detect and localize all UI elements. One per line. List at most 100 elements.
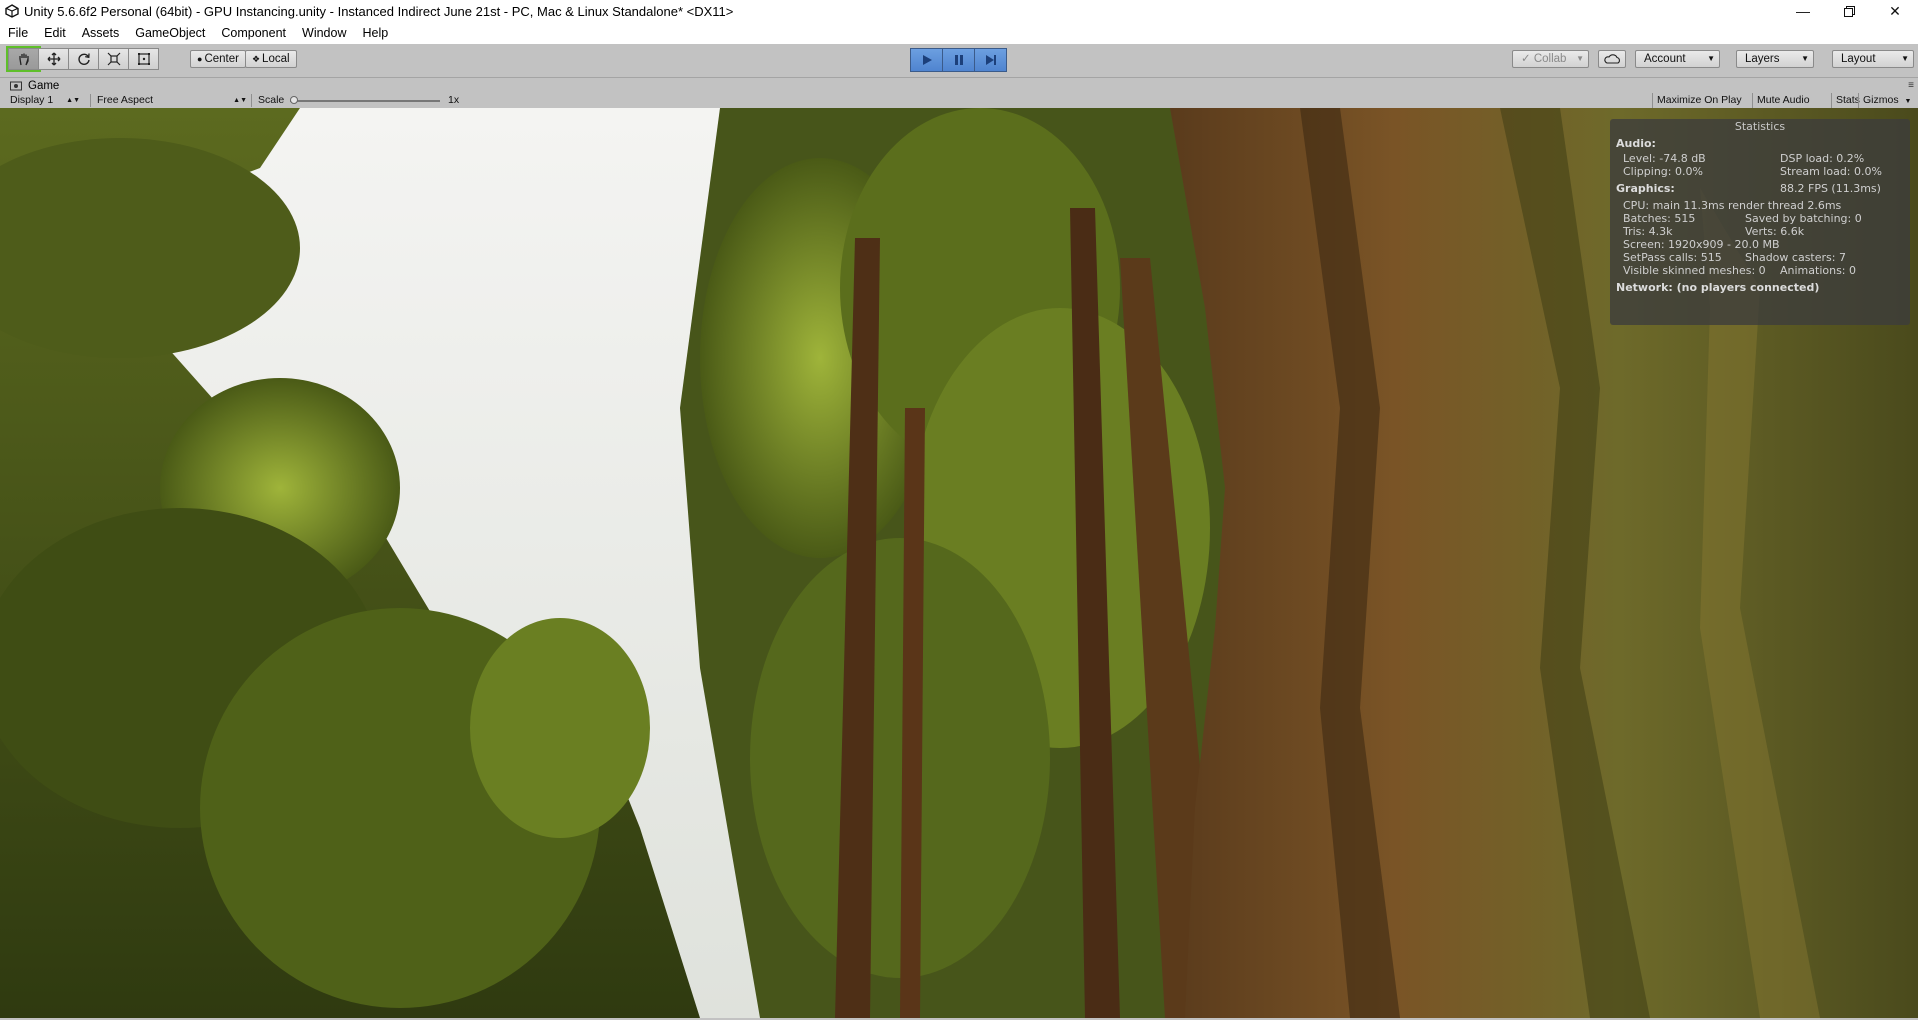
restore-icon xyxy=(1843,6,1855,17)
hand-tool-button[interactable] xyxy=(6,46,41,72)
scale-icon xyxy=(107,52,120,66)
hand-icon xyxy=(18,53,29,66)
gizmos-label: Gizmos xyxy=(1863,94,1899,106)
tab-menu-icon[interactable]: ≡ xyxy=(1908,80,1914,91)
minimize-icon: — xyxy=(1796,3,1810,19)
menu-component[interactable]: Component xyxy=(213,23,294,44)
verts-count: Verts: 6.6k xyxy=(1745,225,1805,238)
menu-file[interactable]: File xyxy=(0,23,36,44)
scale-tool-button[interactable] xyxy=(98,48,129,70)
collab-check-icon: ✓ xyxy=(1521,53,1531,65)
step-button[interactable] xyxy=(974,48,1007,72)
screen-info: Screen: 1920x909 - 20.0 MB xyxy=(1623,238,1780,251)
toolbar-right: ✓ Collab ▼ Account ▼ Layers ▼ Layout ▼ xyxy=(1510,50,1918,68)
mute-audio-toggle[interactable]: Mute Audio xyxy=(1752,93,1814,108)
pause-icon xyxy=(954,55,963,65)
chevron-down-icon: ▼ xyxy=(1901,54,1909,63)
display-dropdown[interactable]: Display 1 ▲▼ xyxy=(4,93,84,108)
restore-button[interactable] xyxy=(1826,0,1872,23)
play-button[interactable] xyxy=(910,48,943,72)
batches-count: Batches: 515 xyxy=(1623,212,1696,225)
shadow-casters: Shadow casters: 7 xyxy=(1745,251,1846,264)
rect-icon xyxy=(137,53,150,65)
visible-skinned-meshes: Visible skinned meshes: 0 xyxy=(1623,264,1766,277)
play-controls xyxy=(910,48,1007,72)
menu-edit[interactable]: Edit xyxy=(36,23,74,44)
saved-by-batching: Saved by batching: 0 xyxy=(1745,212,1862,225)
window-title: Unity 5.6.6f2 Personal (64bit) - GPU Ins… xyxy=(24,4,734,19)
tab-game-label: Game xyxy=(28,80,60,92)
transform-tools xyxy=(6,46,159,72)
tab-game[interactable]: Game xyxy=(2,78,148,94)
tris-count: Tris: 4.3k xyxy=(1623,225,1673,238)
chevron-down-icon: ▼ xyxy=(1904,98,1912,105)
game-controller-icon xyxy=(10,81,22,91)
scale-slider-thumb[interactable] xyxy=(290,96,298,104)
dsp-load: DSP load: 0.2% xyxy=(1780,152,1865,165)
minimize-button[interactable]: — xyxy=(1780,0,1826,23)
menu-help[interactable]: Help xyxy=(354,23,396,44)
statistics-title: Statistics xyxy=(1734,120,1786,133)
animations-count: Animations: 0 xyxy=(1780,264,1857,277)
title-bar: Unity 5.6.6f2 Personal (64bit) - GPU Ins… xyxy=(0,0,1918,23)
scale-slider-track[interactable] xyxy=(290,100,440,102)
menu-assets[interactable]: Assets xyxy=(74,23,128,44)
move-icon xyxy=(47,52,60,66)
gizmos-dropdown[interactable]: Gizmos ▼ xyxy=(1858,93,1918,108)
rotate-icon xyxy=(77,53,90,65)
graphics-header: Graphics: xyxy=(1616,182,1675,195)
chevron-down-icon: ▼ xyxy=(1576,54,1584,63)
layout-dropdown[interactable]: Layout ▼ xyxy=(1832,50,1914,68)
pivot-center-button[interactable]: ● Center xyxy=(190,50,246,68)
collab-label: Collab xyxy=(1533,53,1567,65)
setpass-calls: SetPass calls: 515 xyxy=(1623,251,1722,264)
account-dropdown[interactable]: Account ▼ xyxy=(1635,50,1720,68)
pivot-local-label: Local xyxy=(262,53,290,65)
unity-logo-icon xyxy=(5,4,19,18)
audio-header: Audio: xyxy=(1616,137,1656,150)
cloud-icon xyxy=(1604,54,1620,64)
stream-load: Stream load: 0.0% xyxy=(1780,165,1882,178)
audio-clipping: Clipping: 0.0% xyxy=(1623,165,1703,178)
menu-bar: File Edit Assets GameObject Component Wi… xyxy=(0,23,1918,44)
display-label: Display 1 xyxy=(10,94,54,106)
game-options-bar: Display 1 ▲▼ Free Aspect ▲▼ Scale 1x Max… xyxy=(0,93,1918,109)
rect-tool-button[interactable] xyxy=(128,48,159,70)
chevron-down-icon: ▼ xyxy=(1801,54,1809,63)
network-status: Network: (no players connected) xyxy=(1616,281,1820,294)
menu-window[interactable]: Window xyxy=(294,23,354,44)
fps-readout: 88.2 FPS (11.3ms) xyxy=(1780,182,1881,195)
game-viewport[interactable]: Statistics Audio: Level: -74.8 dB DSP lo… xyxy=(0,108,1918,1018)
step-icon xyxy=(985,55,996,65)
statistics-panel: Statistics Audio: Level: -74.8 dB DSP lo… xyxy=(1610,119,1910,325)
close-button[interactable]: ✕ xyxy=(1872,0,1918,23)
close-icon: ✕ xyxy=(1889,3,1901,19)
aspect-dropdown[interactable]: Free Aspect ▲▼ xyxy=(91,93,251,108)
local-space-icon: ❖ xyxy=(251,53,261,64)
chevron-down-icon: ▼ xyxy=(1707,54,1715,63)
maximize-on-play-toggle[interactable]: Maximize On Play xyxy=(1652,93,1746,108)
cloud-button[interactable] xyxy=(1598,50,1626,68)
cpu-timing: CPU: main 11.3ms render thread 2.6ms xyxy=(1623,199,1842,212)
layers-label: Layers xyxy=(1745,53,1780,65)
chevron-updown-icon: ▲▼ xyxy=(66,97,80,104)
pivot-center-label: Center xyxy=(204,53,239,65)
rotate-tool-button[interactable] xyxy=(68,48,99,70)
play-icon xyxy=(922,55,932,65)
scale-value: 1x xyxy=(448,94,460,106)
game-tab-bar: Game ≡ xyxy=(0,78,1918,94)
collab-dropdown[interactable]: ✓ Collab ▼ xyxy=(1512,50,1589,68)
pivot-icon: ● xyxy=(197,54,203,64)
audio-level: Level: -74.8 dB xyxy=(1623,152,1706,165)
layers-dropdown[interactable]: Layers ▼ xyxy=(1736,50,1814,68)
scale-label: Scale xyxy=(258,94,285,106)
menu-gameobject[interactable]: GameObject xyxy=(127,23,213,44)
pivot-toggles: ● Center ❖ Local xyxy=(190,50,297,72)
account-label: Account xyxy=(1644,53,1686,65)
pause-button[interactable] xyxy=(942,48,975,72)
move-tool-button[interactable] xyxy=(38,48,69,70)
layout-label: Layout xyxy=(1841,53,1876,65)
main-toolbar: ● Center ❖ Local ✓ Collab ▼ Account ▼ La… xyxy=(0,44,1918,78)
pivot-local-button[interactable]: ❖ Local xyxy=(244,50,297,68)
aspect-label: Free Aspect xyxy=(97,94,154,106)
